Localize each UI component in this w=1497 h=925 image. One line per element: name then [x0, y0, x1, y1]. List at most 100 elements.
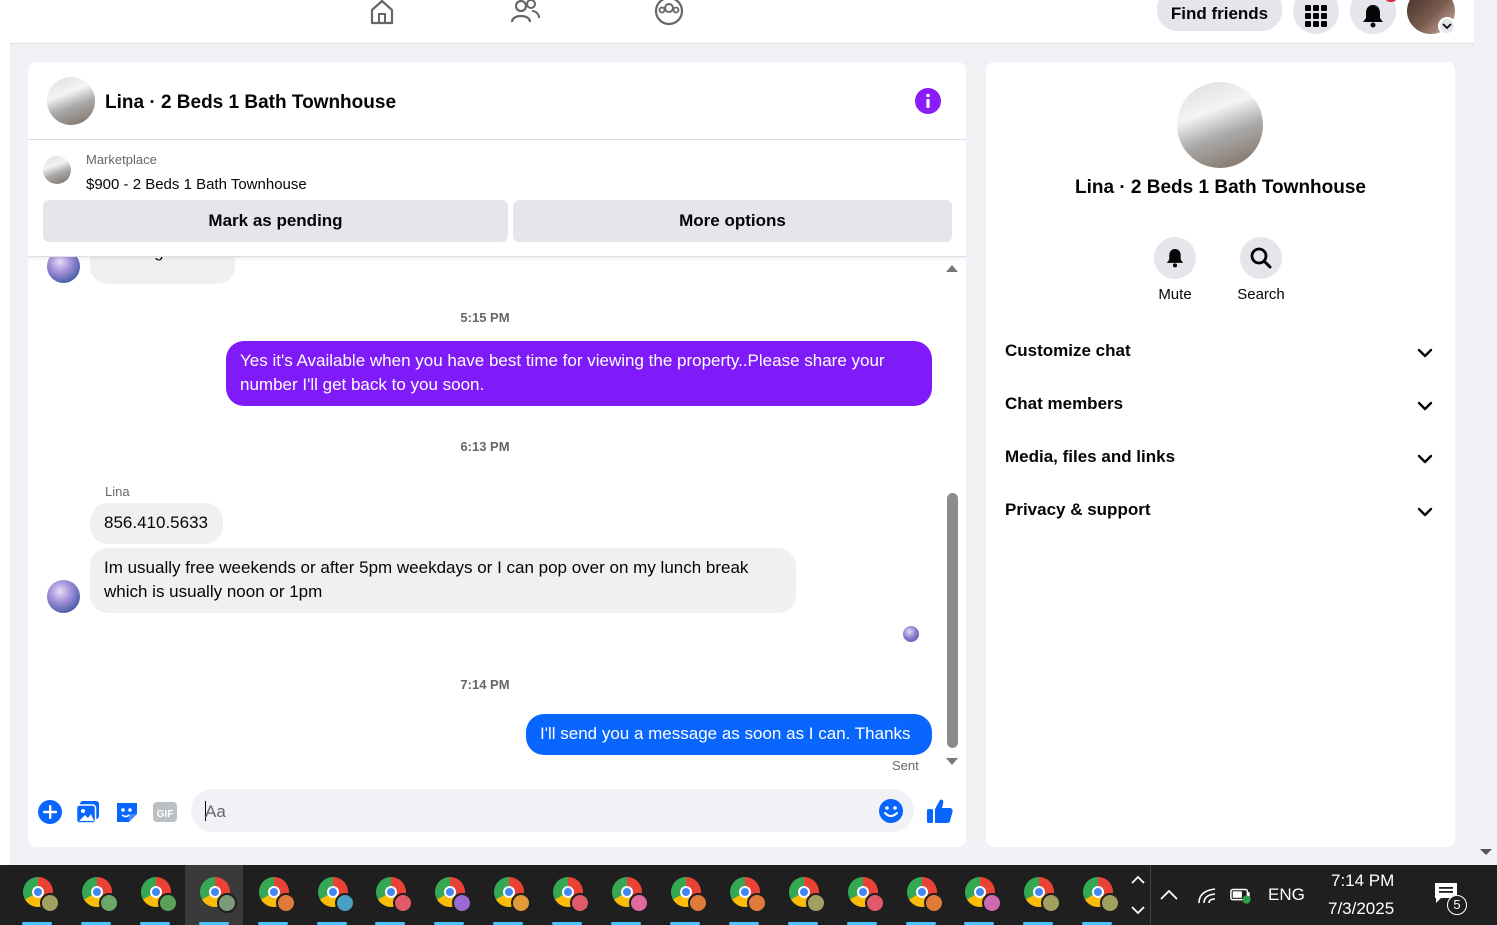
profile-badge-icon: [1100, 893, 1120, 913]
profile-badge-icon: [158, 893, 178, 913]
chevron-down-icon: [1417, 401, 1433, 411]
notification-center-icon[interactable]: 5: [1433, 881, 1467, 915]
profile-badge-icon: [865, 893, 885, 913]
taskbar-chrome-window[interactable]: [303, 865, 361, 925]
section-label: Chat members: [1005, 394, 1124, 413]
incoming-message[interactable]: Im usually free weekends or after 5pm we…: [90, 548, 796, 613]
chat-title[interactable]: Lina · 2 Beds 1 Bath Townhouse: [105, 92, 396, 114]
sender-avatar[interactable]: [47, 580, 80, 613]
sender-avatar[interactable]: [47, 256, 80, 283]
incoming-message[interactable]: 856.410.5633: [90, 503, 223, 544]
message-input-box[interactable]: [191, 789, 914, 834]
top-navigation: Find friends: [0, 0, 1497, 44]
profile-badge-icon: [335, 893, 355, 913]
more-options-button[interactable]: More options: [513, 200, 952, 242]
taskbar-chrome-window[interactable]: [597, 865, 655, 925]
search-action[interactable]: Search: [1226, 237, 1296, 303]
taskbar-chrome-window[interactable]: [8, 865, 66, 925]
mark-as-pending-button[interactable]: Mark as pending: [43, 200, 508, 242]
taskbar-divider: [1150, 865, 1151, 925]
taskbar-chrome-window[interactable]: [126, 865, 184, 925]
section-label: Customize chat: [1005, 341, 1131, 360]
taskbar-chrome-window[interactable]: [950, 865, 1008, 925]
taskbar-chrome-window[interactable]: [833, 865, 891, 925]
info-icon[interactable]: [915, 88, 941, 114]
thumbs-up-icon[interactable]: [926, 797, 954, 825]
taskbar-chrome-window[interactable]: [656, 865, 714, 925]
message-bubble-partial[interactable]: Message sent: [90, 256, 235, 284]
mute-label: Mute: [1158, 286, 1192, 303]
sticker-icon[interactable]: [114, 799, 140, 825]
photo-icon[interactable]: [75, 799, 101, 825]
privacy-support-row[interactable]: Privacy & support: [986, 486, 1455, 534]
chat-panel: Lina · 2 Beds 1 Bath Townhouse Marketpla…: [28, 62, 966, 847]
listing-title[interactable]: $900 - 2 Beds 1 Bath Townhouse: [86, 176, 307, 193]
message-composer: GIF: [28, 777, 966, 847]
clock-time[interactable]: 7:14 PM: [1331, 871, 1394, 891]
chevron-down-icon: [1417, 348, 1433, 358]
outgoing-message[interactable]: I'll send you a message as soon as I can…: [526, 714, 932, 755]
taskbar-chrome-window[interactable]: [715, 865, 773, 925]
profile-badge-icon: [511, 893, 531, 913]
clock-date[interactable]: 7/3/2025: [1328, 899, 1394, 919]
info-avatar[interactable]: [1177, 82, 1263, 168]
notification-count-badge: 5: [1447, 895, 1467, 915]
profile-badge-icon: [276, 893, 296, 913]
home-icon[interactable]: [365, 0, 399, 28]
chat-avatar[interactable]: [47, 77, 95, 125]
chat-members-row[interactable]: Chat members: [986, 380, 1455, 428]
wifi-icon[interactable]: [1196, 885, 1218, 905]
gif-icon[interactable]: GIF: [152, 799, 178, 825]
info-title: Lina · 2 Beds 1 Bath Townhouse: [1074, 177, 1366, 198]
friends-icon[interactable]: [508, 0, 542, 28]
taskbar-chrome-window[interactable]: [244, 865, 302, 925]
message-list: Message sent 5:15 PM Yes it's Available …: [28, 256, 966, 777]
section-label: Media, files and links: [1005, 447, 1176, 466]
svg-text:GIF: GIF: [157, 809, 174, 820]
windows-taskbar: ENG 7:14 PM 7/3/2025 5: [0, 865, 1497, 925]
add-attachment-icon[interactable]: [37, 799, 63, 825]
profile-badge-icon: [747, 893, 767, 913]
chevron-down-icon: [1417, 507, 1433, 517]
profile-badge-icon: [452, 893, 472, 913]
taskbar-chrome-window[interactable]: [185, 865, 243, 925]
find-friends-button[interactable]: Find friends: [1157, 0, 1282, 31]
chevron-down-icon[interactable]: [1438, 17, 1456, 35]
section-label: Privacy & support: [1005, 500, 1151, 519]
emoji-icon[interactable]: [878, 798, 904, 824]
taskbar-chrome-window[interactable]: [892, 865, 950, 925]
taskbar-chrome-window[interactable]: [538, 865, 596, 925]
profile-badge-icon: [924, 893, 944, 913]
profile-badge-icon: [99, 893, 119, 913]
taskbar-chrome-window[interactable]: [420, 865, 478, 925]
sent-status: Sent: [892, 758, 919, 773]
search-icon[interactable]: [1240, 237, 1282, 279]
listing-thumbnail[interactable]: [43, 156, 71, 184]
window-scrollbar[interactable]: [1474, 0, 1497, 865]
bell-icon[interactable]: [1154, 237, 1196, 279]
groups-icon[interactable]: [652, 0, 686, 28]
message-input[interactable]: [203, 789, 857, 834]
read-receipt-avatar: [903, 626, 919, 642]
taskbar-chrome-window[interactable]: [67, 865, 125, 925]
mute-action[interactable]: Mute: [1140, 237, 1210, 303]
outgoing-message[interactable]: Yes it's Available when you have best ti…: [226, 341, 932, 406]
show-hidden-icons-icon[interactable]: [1158, 885, 1180, 905]
taskbar-chrome-window[interactable]: [479, 865, 537, 925]
taskbar-scroll-arrows[interactable]: [1130, 871, 1146, 919]
taskbar-chrome-window[interactable]: [774, 865, 832, 925]
taskbar-chrome-window[interactable]: [1068, 865, 1126, 925]
timestamp: 7:14 PM: [460, 677, 510, 692]
language-indicator[interactable]: ENG: [1268, 885, 1305, 905]
menu-grid-icon[interactable]: [1293, 0, 1339, 34]
battery-icon[interactable]: [1230, 885, 1252, 905]
media-files-links-row[interactable]: Media, files and links: [986, 433, 1455, 481]
scrollbar-thumb[interactable]: [947, 493, 958, 748]
taskbar-chrome-window[interactable]: [361, 865, 419, 925]
customize-chat-row[interactable]: Customize chat: [986, 327, 1455, 375]
notifications-bell-icon[interactable]: [1350, 0, 1396, 34]
profile-badge-icon: [40, 893, 60, 913]
taskbar-chrome-window[interactable]: [1009, 865, 1067, 925]
timestamp: 6:13 PM: [460, 439, 510, 454]
profile-badge-icon: [629, 893, 649, 913]
